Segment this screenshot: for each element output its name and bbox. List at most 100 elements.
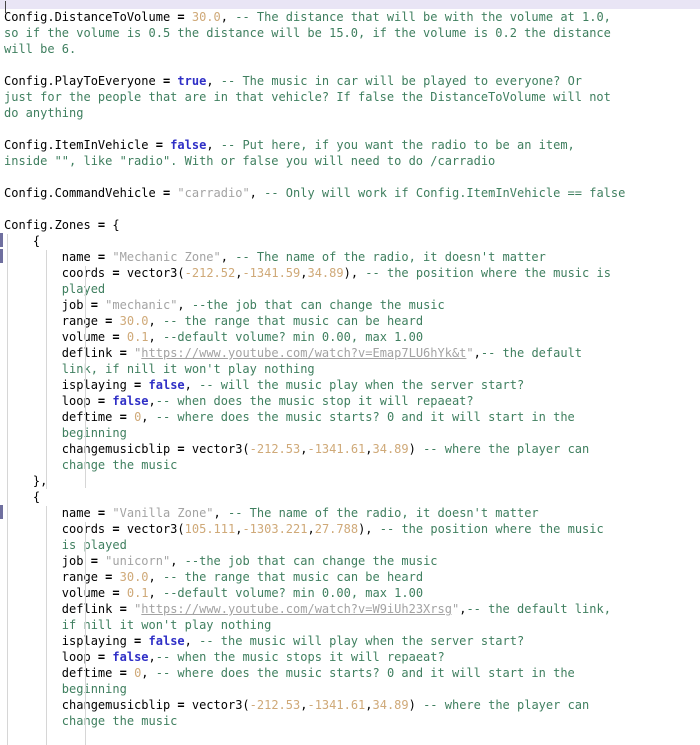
code-token-op: = (112, 586, 120, 600)
code-token-op: = (177, 10, 185, 24)
code-token-op: = (119, 602, 127, 616)
code-token-plain: changemusicblip (4, 442, 178, 456)
code-token-plain: volume (4, 330, 113, 344)
code-fold-marker[interactable] (0, 249, 3, 263)
code-line[interactable]: Config.PlayToEveryone = true, -- The mus… (4, 73, 700, 89)
code-token-comment: -- The name of the radio, it doesn't mat… (228, 506, 539, 520)
code-line[interactable] (4, 169, 700, 185)
code-line[interactable]: Config.Zones = { (4, 217, 700, 233)
code-line[interactable]: isplaying = false, -- will the music pla… (4, 377, 700, 393)
code-token-plain: Config.DistanceToVolume (4, 10, 178, 24)
code-line[interactable]: beginning (4, 425, 700, 441)
code-line[interactable] (4, 57, 700, 73)
code-token-plain: vector3( (119, 266, 185, 280)
code-line[interactable]: volume = 0.1, --default volume? min 0.00… (4, 329, 700, 345)
code-token-comment: -- when the music stops it will repaeat? (155, 650, 445, 664)
code-line[interactable]: deftime = 0, -- where does the music sta… (4, 665, 700, 681)
code-line[interactable]: { (4, 489, 700, 505)
indent-guide (7, 234, 8, 504)
code-token-comment: -- Put here, if you want the radio to be… (220, 138, 575, 152)
code-token-comment: -- the music will play when the server s… (199, 634, 525, 648)
code-token-plain: Config.ItemInVehicle (4, 138, 156, 152)
code-line[interactable]: loop = false,-- when does the music stop… (4, 393, 700, 409)
code-line[interactable]: Config.CommandVehicle = "carradio", -- O… (4, 185, 700, 201)
code-line[interactable]: Config.ItemInVehicle = false, -- Put her… (4, 137, 700, 153)
code-token-link[interactable]: https://www.youtube.com/watch?v=W9iUh23X… (141, 602, 452, 616)
code-token-plain: isplaying (4, 378, 135, 392)
code-token-keyword: false (170, 138, 207, 152)
code-line[interactable]: is played (4, 537, 700, 553)
code-token-plain: { (4, 490, 41, 504)
code-line[interactable]: link, if nill it won't play nothing (4, 361, 700, 377)
code-line[interactable]: will be 6. (4, 41, 700, 57)
code-token-plain: deflink (4, 602, 120, 616)
code-line[interactable]: change the music (4, 457, 700, 473)
code-token-plain: , (148, 570, 163, 584)
code-token-plain: , (170, 554, 185, 568)
code-line[interactable]: range = 30.0, -- the range that music ca… (4, 569, 700, 585)
code-line[interactable] (4, 201, 700, 217)
code-line[interactable]: job = "unicorn", --the job that can chan… (4, 553, 700, 569)
code-line[interactable]: coords = vector3(-212.52,-1341.59,34.89)… (4, 265, 700, 281)
code-line[interactable]: }, (4, 473, 700, 489)
code-line[interactable]: change the music (4, 713, 700, 729)
code-token-number: -1303.221 (242, 522, 308, 536)
code-token-plain: Config.Zones (4, 218, 98, 232)
code-token-op: = (112, 330, 120, 344)
code-token-string: "unicorn" (105, 554, 171, 568)
code-line[interactable]: do anything (4, 105, 700, 121)
code-line[interactable]: inside "", like "radio". With or false y… (4, 153, 700, 169)
code-token-link[interactable]: https://www.youtube.com/watch?v=Emap7LU6… (141, 346, 466, 360)
code-line[interactable]: coords = vector3(105.111,-1303.221,27.78… (4, 521, 700, 537)
code-line[interactable]: deftime = 0, -- where does the music sta… (4, 409, 700, 425)
code-line[interactable]: changemusicblip = vector3(-212.53,-1341.… (4, 697, 700, 713)
code-token-number: 105.111 (184, 522, 236, 536)
code-line[interactable]: beginning (4, 681, 700, 697)
code-content-area[interactable]: Config.DistanceToVolume = 30.0, -- The d… (0, 9, 700, 729)
code-token-plain: , (141, 666, 156, 680)
code-line[interactable] (4, 121, 700, 137)
code-line[interactable]: changemusicblip = vector3(-212.53,-1341.… (4, 441, 700, 457)
code-line[interactable]: deflink = "https://www.youtube.com/watch… (4, 601, 700, 617)
code-fold-marker[interactable] (0, 505, 3, 519)
code-token-comment: will be 6. (4, 42, 77, 56)
code-token-comment: -- will the music play when the server s… (199, 378, 525, 392)
code-line[interactable]: isplaying = false, -- the music will pla… (4, 633, 700, 649)
code-token-plain: isplaying (4, 634, 135, 648)
code-line[interactable]: { (4, 233, 700, 249)
code-line[interactable]: volume = 0.1, --default volume? min 0.00… (4, 585, 700, 601)
code-token-plain: , (184, 378, 200, 392)
code-fold-marker[interactable] (0, 233, 3, 247)
code-line[interactable]: range = 30.0, -- the range that music ca… (4, 313, 700, 329)
code-line[interactable]: loop = false,-- when the music stops it … (4, 649, 700, 665)
code-line[interactable]: job = "mechanic", --the job that can cha… (4, 297, 700, 313)
code-token-op: = (112, 266, 120, 280)
indent-guide (85, 522, 86, 745)
code-line[interactable]: Config.DistanceToVolume = 30.0, -- The d… (4, 9, 700, 25)
code-token-comment: -- Only will work if Config.ItemInVehicl… (264, 186, 626, 200)
code-token-plain: loop (4, 394, 98, 408)
code-token-plain: { (4, 234, 41, 248)
code-token-comment: inside "", like "radio". With or false y… (4, 154, 496, 168)
code-token-number: -212.53 (249, 698, 301, 712)
code-token-string: "Vanilla Zone" (112, 506, 214, 520)
code-token-number: 0.1 (126, 330, 149, 344)
code-line[interactable]: played (4, 281, 700, 297)
code-token-comment: --the job that can change the music (191, 298, 445, 312)
code-line[interactable]: if nill it won't play nothing (4, 617, 700, 633)
code-line[interactable]: so if the volume is 0.5 the distance wil… (4, 25, 700, 41)
code-token-number: 34.89 (307, 266, 344, 280)
code-token-plain: , (249, 186, 265, 200)
code-line[interactable]: just for the people that are in that veh… (4, 89, 700, 105)
code-line[interactable]: deflink = "https://www.youtube.com/watch… (4, 345, 700, 361)
code-line[interactable]: name = "Mechanic Zone", -- The name of t… (4, 249, 700, 265)
code-token-comment: -- where does the music starts? 0 and it… (155, 410, 575, 424)
code-editor[interactable]: Config.DistanceToVolume = 30.0, -- The d… (0, 0, 700, 745)
code-token-plain: , (148, 650, 156, 664)
code-line[interactable]: name = "Vanilla Zone", -- The name of th… (4, 505, 700, 521)
indent-guide (46, 250, 47, 489)
